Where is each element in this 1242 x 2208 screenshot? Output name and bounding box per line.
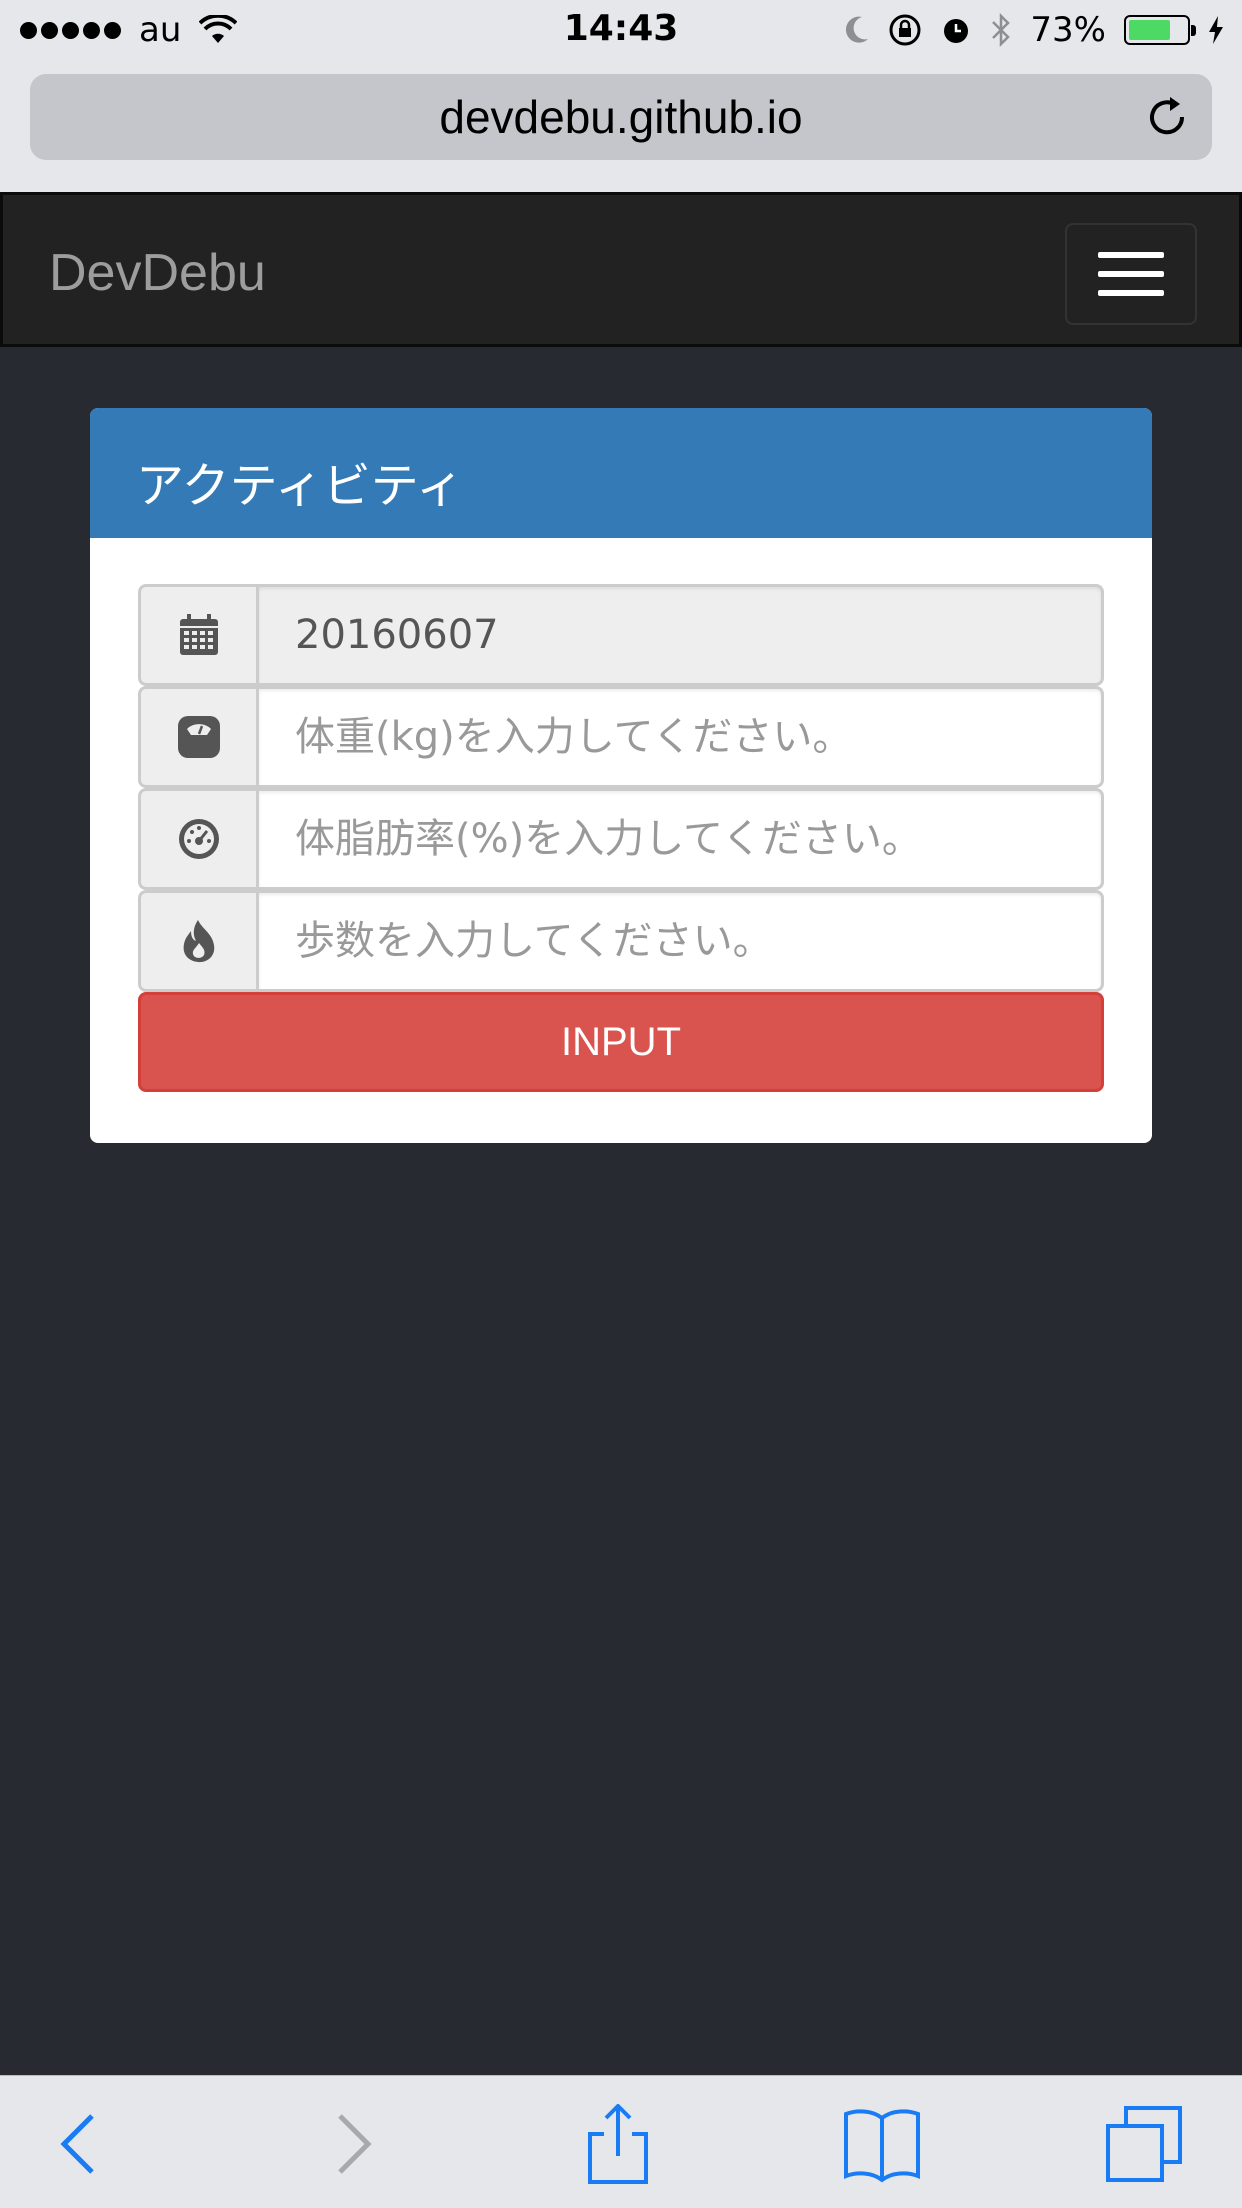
input-submit-button[interactable]: INPUT	[138, 992, 1104, 1092]
alarm-icon	[944, 19, 969, 43]
activity-panel: アクティビティ 20160607 体重(kg)を入力してください。 体脂肪率(%…	[90, 408, 1152, 1143]
body-fat-input[interactable]	[295, 816, 1101, 862]
moon-icon	[846, 16, 869, 43]
tabs-icon[interactable]	[1104, 2104, 1184, 2184]
bookmarks-icon[interactable]	[842, 2104, 922, 2184]
bluetooth-icon	[992, 13, 1011, 47]
status-bar: au 14:43 73%	[0, 0, 1242, 62]
body-fat-addon	[138, 788, 256, 890]
battery-icon	[1124, 15, 1196, 45]
steps-field[interactable]	[256, 890, 1104, 992]
body-fat-input-group	[138, 788, 1104, 890]
dashboard-icon	[178, 819, 219, 859]
charging-icon	[1209, 16, 1223, 44]
browser-toolbar	[0, 2075, 1242, 2208]
weight-addon	[138, 686, 256, 788]
panel-body: 20160607 体重(kg)を入力してください。 体脂肪率(%)を入力してくだ…	[90, 538, 1152, 1092]
date-field[interactable]: 20160607	[256, 584, 1104, 686]
date-input-group: 20160607	[138, 584, 1104, 686]
url-text: devdebu.github.io	[439, 91, 803, 143]
weight-field[interactable]	[256, 686, 1104, 788]
reload-icon[interactable]	[1144, 94, 1190, 140]
navbar-brand[interactable]: DevDebu	[49, 243, 266, 303]
steps-addon	[138, 890, 256, 992]
steps-input-group	[138, 890, 1104, 992]
date-value: 20160607	[295, 612, 499, 658]
navbar: DevDebu	[0, 192, 1242, 347]
share-icon[interactable]	[578, 2104, 658, 2184]
hamburger-icon-bar	[1098, 252, 1164, 258]
menu-toggle-button[interactable]	[1065, 223, 1197, 325]
forward-icon[interactable]	[312, 2104, 392, 2184]
body-fat-field[interactable]	[256, 788, 1104, 890]
fire-icon	[183, 920, 214, 963]
date-addon	[138, 584, 256, 686]
back-icon[interactable]	[40, 2104, 120, 2184]
address-bar[interactable]: devdebu.github.io	[30, 74, 1212, 160]
panel-title: アクティビティ	[90, 408, 1152, 538]
steps-input[interactable]	[295, 918, 1101, 964]
browser-url-area: devdebu.github.io	[0, 62, 1242, 192]
weight-input-group	[138, 686, 1104, 788]
hamburger-icon-bar	[1098, 271, 1164, 277]
calendar-icon	[179, 614, 218, 655]
orientation-lock-icon	[889, 14, 921, 46]
battery-percent: 73%	[1030, 10, 1106, 50]
status-right: 73%	[844, 10, 1224, 50]
scale-icon	[177, 716, 220, 758]
hamburger-icon-bar	[1098, 290, 1164, 296]
weight-input[interactable]	[295, 714, 1101, 760]
